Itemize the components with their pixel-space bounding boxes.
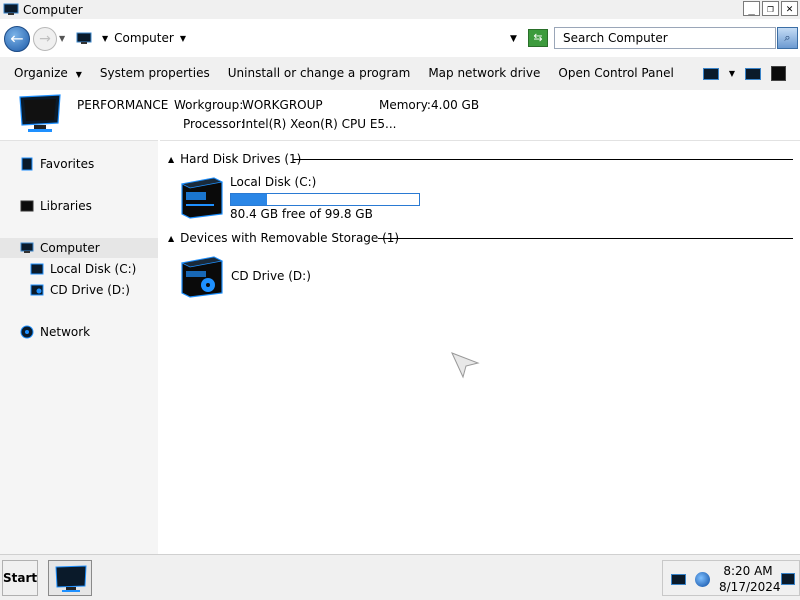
network-icon — [20, 325, 34, 339]
computer-icon — [20, 242, 34, 253]
system-properties-button[interactable]: System properties — [91, 57, 219, 90]
nav-item-cd-drive[interactable]: CD Drive (D:) — [30, 280, 130, 300]
view-options-dropdown-icon[interactable]: ▼ — [729, 69, 735, 78]
workgroup-value: WORKGROUP — [242, 98, 323, 112]
system-tray: 8:20 AM 8/17/2024 — [662, 560, 800, 596]
nav-item-libraries[interactable]: Libraries — [20, 196, 92, 216]
clock-date[interactable]: 8/17/2024 — [719, 580, 781, 594]
restore-button[interactable]: ❐ — [762, 1, 779, 16]
minimize-button[interactable]: _ — [743, 1, 760, 16]
preview-pane-icon[interactable] — [745, 67, 761, 80]
group-removable-storage-label: Devices with Removable Storage (1) — [180, 231, 400, 245]
group-header-removable-storage[interactable]: ▲ Devices with Removable Storage (1) — [168, 230, 399, 246]
hard-drive-icon — [180, 177, 224, 219]
organize-label: Organize — [14, 66, 68, 80]
group-divider — [293, 159, 793, 160]
collapse-triangle-icon[interactable]: ▲ — [168, 234, 174, 243]
processor-value: Intel(R) Xeon(R) CPU E5... — [242, 117, 397, 131]
close-button[interactable]: ✕ — [781, 1, 798, 16]
address-dropdown-icon[interactable]: ▼ — [510, 34, 517, 44]
workgroup-label: Workgroup: — [174, 98, 244, 112]
nav-local-disk-label: Local Disk (C:) — [50, 262, 137, 276]
back-arrow-icon: ← — [10, 29, 24, 48]
nav-item-local-disk[interactable]: Local Disk (C:) — [30, 259, 136, 279]
forward-arrow-icon: → — [39, 31, 51, 47]
view-controls: ▼ — [702, 66, 786, 81]
nav-favorites-label: Favorites — [40, 157, 95, 171]
hard-drive-icon — [30, 263, 44, 275]
navigation-pane: Favorites Libraries Computer Local Disk … — [0, 140, 158, 554]
local-disk-name: Local Disk (C:) — [230, 175, 317, 189]
capacity-bar — [230, 193, 420, 206]
cd-drive-icon — [180, 256, 224, 298]
clock-time[interactable]: 8:20 AM — [723, 564, 773, 578]
libraries-icon — [20, 200, 34, 212]
open-control-panel-button[interactable]: Open Control Panel — [549, 57, 682, 90]
group-header-hard-disk-drives[interactable]: ▲ Hard Disk Drives (1) — [168, 151, 301, 167]
memory-value: 4.00 GB — [431, 98, 480, 112]
start-button[interactable]: Start — [2, 560, 38, 596]
breadcrumb-dropdown-icon[interactable]: ▼ — [180, 34, 186, 43]
mouse-cursor-icon — [451, 352, 480, 379]
forward-button[interactable]: → — [33, 27, 57, 51]
window-title: Computer — [23, 2, 83, 17]
address-bar: ← → ▼ ▼ Computer ▼ ▼ ⇆ Search Computer ⌕ — [0, 19, 800, 57]
recent-pages-dropdown[interactable]: ▼ — [59, 34, 65, 43]
organize-button[interactable]: Organize ▼ — [0, 57, 91, 90]
collapse-triangle-icon[interactable]: ▲ — [168, 155, 174, 164]
cd-drive-name: CD Drive (D:) — [231, 269, 311, 283]
change-view-icon[interactable] — [702, 67, 719, 80]
search-input[interactable]: Search Computer — [554, 27, 776, 49]
computer-icon — [3, 3, 19, 15]
refresh-icon: ⇆ — [533, 31, 543, 44]
uninstall-program-button[interactable]: Uninstall or change a program — [219, 57, 420, 90]
computer-icon — [76, 32, 92, 44]
nav-item-favorites[interactable]: Favorites — [20, 154, 94, 174]
back-button[interactable]: ← — [4, 26, 30, 52]
breadcrumb[interactable]: ▼ Computer ▼ — [72, 27, 530, 49]
group-divider — [378, 238, 793, 239]
search-button[interactable]: ⌕ — [777, 27, 798, 49]
title-bar: Computer _ ❐ ✕ — [0, 0, 800, 19]
nav-libraries-label: Libraries — [40, 199, 92, 213]
nav-item-computer[interactable]: Computer — [0, 238, 158, 258]
group-hard-disk-drives-label: Hard Disk Drives (1) — [180, 152, 302, 166]
memory-label: Memory: — [379, 98, 431, 112]
nav-cd-drive-label: CD Drive (D:) — [50, 283, 130, 297]
nav-item-network[interactable]: Network — [20, 322, 90, 342]
help-icon[interactable] — [771, 66, 786, 81]
command-bar: Organize ▼ System properties Uninstall or… — [0, 57, 800, 90]
chevron-down-icon: ▼ — [75, 70, 82, 79]
taskbar-explorer-button[interactable] — [48, 560, 92, 596]
content-pane: ▲ Hard Disk Drives (1) Local Disk (C:) 8… — [160, 140, 800, 554]
cd-drive-icon — [30, 284, 44, 296]
network-tray-icon[interactable] — [695, 572, 710, 587]
processor-label: Processor: — [183, 117, 245, 131]
nav-network-label: Network — [40, 325, 91, 339]
monitor-tray-icon[interactable] — [671, 574, 686, 585]
computer-name: PERFORMANCE — [77, 98, 169, 112]
details-pane: PERFORMANCE Workgroup: WORKGROUP Memory:… — [0, 90, 800, 140]
refresh-button[interactable]: ⇆ — [528, 29, 548, 47]
window-controls: _ ❐ ✕ — [743, 1, 798, 16]
search-icon: ⌕ — [784, 31, 791, 44]
map-network-drive-button[interactable]: Map network drive — [419, 57, 549, 90]
local-disk-free-space: 80.4 GB free of 99.8 GB — [230, 207, 373, 221]
taskbar: Start 8:20 AM 8/17/2024 — [0, 554, 800, 600]
computer-large-icon — [19, 94, 61, 132]
show-desktop-icon[interactable] — [781, 573, 795, 585]
favorites-icon — [21, 157, 33, 171]
computer-icon — [55, 565, 87, 592]
capacity-bar-fill — [231, 194, 267, 205]
nav-computer-label: Computer — [40, 241, 100, 255]
breadcrumb-arrow-icon[interactable]: ▼ — [102, 34, 108, 43]
breadcrumb-computer[interactable]: Computer — [114, 31, 174, 45]
